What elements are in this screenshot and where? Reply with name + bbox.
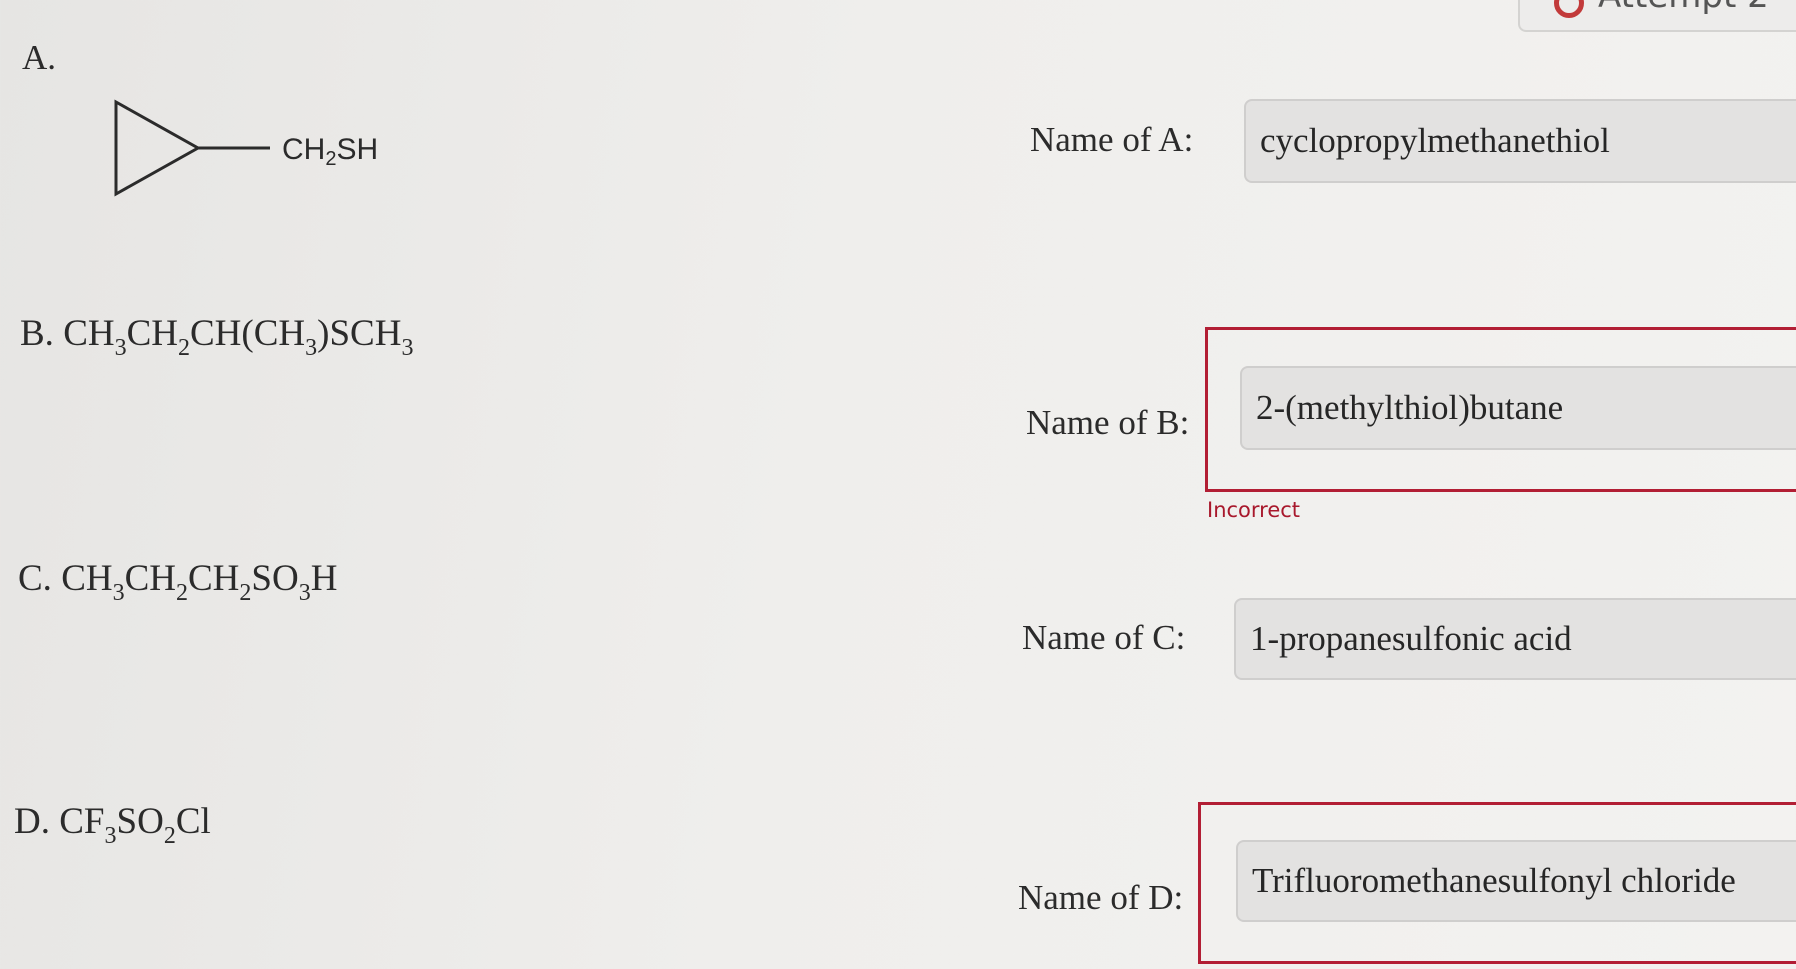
answer-a-input[interactable]: cyclopropylmethanethiol bbox=[1244, 99, 1796, 183]
answer-b-feedback: Incorrect bbox=[1207, 498, 1301, 522]
name-of-b-label: Name of B: bbox=[1026, 403, 1190, 442]
attempt-label: Attempt 2 bbox=[1598, 0, 1769, 16]
answer-b-input[interactable]: 2-(methylthiol)butane bbox=[1240, 366, 1796, 450]
question-b-formula: B. CH3CH2CH(CH3)SCH3 bbox=[20, 313, 414, 361]
attempt-tab[interactable]: Attempt 2 bbox=[1518, 0, 1796, 32]
name-of-c-label: Name of C: bbox=[1022, 618, 1186, 657]
attempt-status-icon bbox=[1554, 0, 1584, 18]
question-d-formula: D. CF3SO2Cl bbox=[14, 801, 211, 849]
question-c-formula: C. CH3CH2CH2SO3H bbox=[18, 558, 338, 606]
answer-c-input[interactable]: 1-propanesulfonic acid bbox=[1234, 598, 1796, 680]
answer-d-input[interactable]: Trifluoromethanesulfonyl chloride bbox=[1236, 840, 1796, 922]
question-a-letter: A. bbox=[22, 38, 57, 77]
cyclopropyl-structure bbox=[114, 99, 270, 197]
name-of-a-label: Name of A: bbox=[1030, 120, 1194, 159]
name-of-d-label: Name of D: bbox=[1018, 878, 1184, 917]
structure-group-label: CH2SH bbox=[282, 133, 379, 170]
